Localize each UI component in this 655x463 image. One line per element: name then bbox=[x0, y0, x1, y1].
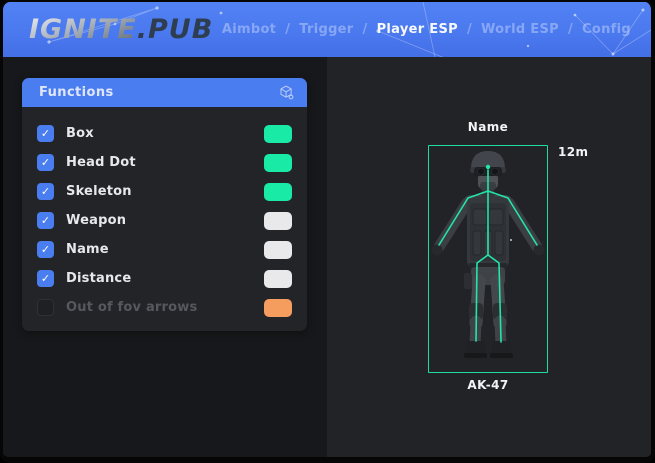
color-swatch-distance[interactable] bbox=[264, 270, 292, 288]
checkbox-name[interactable] bbox=[37, 241, 54, 258]
nav-separator: / bbox=[568, 22, 573, 37]
esp-name-label: Name bbox=[468, 120, 508, 134]
checkbox-weapon[interactable] bbox=[37, 212, 54, 229]
checkbox-out-of-fov-arrows[interactable] bbox=[37, 299, 54, 316]
header-bar: IGNITE.PUB Aimbot / Trigger / Player ESP… bbox=[3, 2, 651, 57]
checkbox-distance[interactable] bbox=[37, 270, 54, 287]
nav-separator: / bbox=[467, 22, 472, 37]
function-label: Box bbox=[66, 126, 94, 141]
esp-distance-label: 12m bbox=[558, 145, 588, 159]
color-swatch-name[interactable] bbox=[264, 241, 292, 259]
nav-tab-world-esp[interactable]: World ESP bbox=[481, 22, 559, 37]
esp-weapon-label: AK-47 bbox=[467, 378, 508, 392]
function-label: Head Dot bbox=[66, 155, 136, 170]
function-label: Out of fov arrows bbox=[66, 300, 197, 315]
color-swatch-weapon[interactable] bbox=[264, 212, 292, 230]
logo-primary: IGNITE bbox=[29, 14, 137, 45]
app-logo: IGNITE.PUB bbox=[29, 16, 213, 43]
nav-separator: / bbox=[363, 22, 368, 37]
function-row-skeleton: Skeleton bbox=[37, 177, 292, 206]
checkbox-head-dot[interactable] bbox=[37, 154, 54, 171]
color-swatch-box[interactable] bbox=[264, 125, 292, 143]
function-label: Name bbox=[66, 242, 109, 257]
checkbox-box[interactable] bbox=[37, 125, 54, 142]
functions-list: Box Head Dot Skeleton bbox=[22, 107, 307, 331]
color-swatch-skeleton[interactable] bbox=[264, 183, 292, 201]
function-row-box: Box bbox=[37, 119, 292, 148]
function-row-out-of-fov-arrows: Out of fov arrows bbox=[37, 293, 292, 322]
nav-tab-trigger[interactable]: Trigger bbox=[299, 22, 353, 37]
function-label: Weapon bbox=[66, 213, 126, 228]
function-row-distance: Distance bbox=[37, 264, 292, 293]
nav-separator: / bbox=[285, 22, 290, 37]
color-swatch-head-dot[interactable] bbox=[264, 154, 292, 172]
function-label: Distance bbox=[66, 271, 131, 286]
main-nav: Aimbot / Trigger / Player ESP / World ES… bbox=[222, 22, 631, 37]
panel-title: Functions bbox=[39, 85, 114, 100]
functions-panel: Functions bbox=[22, 78, 307, 331]
function-row-name: Name bbox=[37, 235, 292, 264]
function-label: Skeleton bbox=[66, 184, 132, 199]
content-area: Functions bbox=[3, 57, 651, 457]
cube-settings-icon[interactable] bbox=[278, 84, 295, 101]
logo-secondary: .PUB bbox=[137, 14, 214, 45]
checkbox-skeleton[interactable] bbox=[37, 183, 54, 200]
nav-tab-aimbot[interactable]: Aimbot bbox=[222, 22, 276, 37]
left-column: Functions bbox=[3, 57, 327, 457]
esp-preview-area: Name bbox=[327, 57, 651, 457]
functions-panel-header: Functions bbox=[22, 78, 307, 107]
function-row-weapon: Weapon bbox=[37, 206, 292, 235]
color-swatch-out-of-fov-arrows[interactable] bbox=[264, 299, 292, 317]
nav-tab-player-esp[interactable]: Player ESP bbox=[377, 22, 458, 37]
nav-tab-config[interactable]: Config bbox=[582, 22, 631, 37]
esp-bounding-box bbox=[428, 145, 548, 373]
function-row-head-dot: Head Dot bbox=[37, 148, 292, 177]
app-window: IGNITE.PUB Aimbot / Trigger / Player ESP… bbox=[0, 0, 655, 463]
